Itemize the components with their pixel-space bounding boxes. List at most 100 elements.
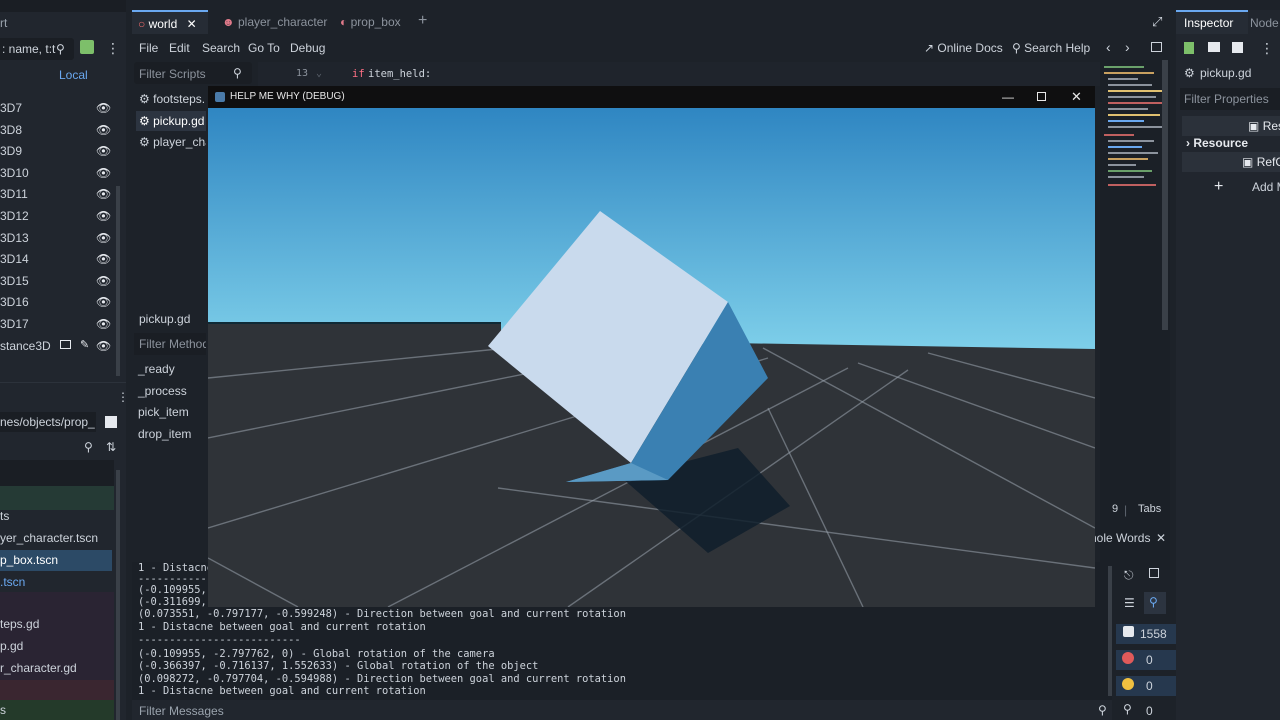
eye-icon[interactable]: 👁 (96, 249, 111, 270)
tab-prop-box[interactable]: ◐ prop_box (334, 10, 407, 34)
file-item[interactable]: ts (0, 506, 112, 527)
add-script-icon[interactable] (80, 40, 94, 54)
fs-path-field[interactable]: nes/objects/prop_ (0, 412, 96, 432)
file-item[interactable]: .tscn (0, 572, 112, 593)
eye-icon[interactable]: 👁 (96, 141, 111, 162)
filter-methods-input[interactable]: Filter Method (134, 333, 206, 355)
more-icon[interactable]: ⋮ (117, 390, 126, 404)
refcounted-header[interactable]: ▣ RefC (1182, 152, 1280, 172)
maximize-icon[interactable] (1037, 92, 1046, 101)
scene-node-row[interactable]: 3D16 👁 (0, 292, 120, 313)
script-icon[interactable]: ✎ (80, 338, 89, 351)
search-icon[interactable]: ⚲ (56, 42, 65, 56)
search-help-button[interactable]: ⚲ Search Help (1012, 41, 1090, 55)
scrollbar[interactable] (1162, 60, 1168, 330)
file-item[interactable]: yer_character.tscn (0, 528, 112, 549)
scene-node-row[interactable]: 3D8 👁 (0, 120, 120, 141)
game-viewport[interactable] (208, 108, 1095, 607)
file-item[interactable]: r_character.gd (0, 658, 112, 679)
scene-node-row[interactable]: 3D17 👁 (0, 314, 120, 335)
minimize-icon[interactable]: — (1002, 86, 1014, 108)
file-item[interactable]: teps.gd (0, 614, 112, 635)
scene-node-row[interactable]: 3D12 👁 (0, 206, 120, 227)
more-icon[interactable]: ⋮ (106, 40, 120, 57)
script-list-item[interactable]: ⚙ player_cha (136, 132, 206, 152)
resource-header[interactable]: ▣ Res (1182, 116, 1280, 136)
method-item[interactable]: drop_item (138, 427, 191, 445)
menu-edit[interactable]: Edit (169, 41, 190, 55)
scene-node-row[interactable]: 3D7 👁 (0, 98, 120, 119)
filter-scripts-input[interactable]: Filter Scripts ⚲ (134, 62, 252, 84)
list-icon[interactable]: ☰ (1124, 596, 1135, 610)
tab-player-character[interactable]: ☻ player_character (216, 10, 333, 34)
scene-node-row[interactable]: 3D15 👁 (0, 271, 120, 292)
more-icon[interactable]: ⋮ (1260, 40, 1274, 57)
menu-debug[interactable]: Debug (290, 41, 325, 55)
eye-icon[interactable]: 👁 (96, 228, 111, 249)
clear-icon[interactable]: ⎋ (1124, 568, 1134, 583)
tab-inspector[interactable]: Inspector (1176, 10, 1248, 34)
window-icon[interactable] (1151, 42, 1162, 52)
close-icon[interactable]: ✕ (187, 17, 197, 31)
save-icon[interactable] (1232, 42, 1243, 53)
chevron-right-icon[interactable]: › (1125, 39, 1130, 55)
eye-icon[interactable]: 👁 (96, 98, 111, 119)
eye-icon[interactable]: 👁 (96, 314, 111, 335)
scene-node-row[interactable]: 3D13 👁 (0, 228, 120, 249)
close-icon[interactable]: ✕ (1156, 527, 1166, 549)
scrollbar[interactable] (116, 186, 120, 376)
add-icon[interactable]: + (1214, 178, 1223, 196)
eye-icon[interactable]: 👁 (96, 206, 111, 227)
menu-search[interactable]: Search (202, 41, 240, 55)
debug-game-window[interactable]: HELP ME WHY (DEBUG) — ✕ (208, 86, 1095, 607)
local-toggle[interactable]: Local (59, 68, 88, 82)
menu-file[interactable]: File (139, 41, 158, 55)
chevron-left-icon[interactable]: ‹ (1106, 39, 1111, 55)
tab-world[interactable]: ○ world ✕ (132, 10, 208, 34)
file-item[interactable]: p.gd (0, 636, 112, 657)
message-filter-button[interactable]: ⚲ 0 (1116, 702, 1176, 720)
eye-icon[interactable]: 👁 (96, 336, 111, 357)
resource-section[interactable]: › Resource (1186, 136, 1248, 150)
eye-icon[interactable]: 👁 (96, 163, 111, 184)
eye-icon[interactable]: 👁 (96, 271, 111, 292)
file-item[interactable]: p_box.tscn (0, 550, 112, 571)
menu-goto[interactable]: Go To (248, 41, 280, 55)
film-icon[interactable] (60, 340, 71, 349)
new-resource-icon[interactable] (1184, 42, 1194, 54)
warning-filter-button[interactable]: 0 (1116, 676, 1176, 696)
copy-icon[interactable] (1149, 568, 1159, 578)
add-tab-icon[interactable]: + (418, 12, 427, 30)
eye-icon[interactable]: 👁 (96, 120, 111, 141)
method-item[interactable]: pick_item (138, 405, 189, 423)
scrollbar[interactable] (116, 470, 120, 720)
whole-words-option[interactable]: hole Words ✕ (1090, 527, 1176, 549)
search-toggle[interactable]: ⚲ (1144, 592, 1166, 614)
method-item[interactable]: _ready (138, 362, 175, 380)
script-list-item[interactable]: ⚙ pickup.gd (136, 110, 206, 131)
indent-mode[interactable]: Tabs (1138, 503, 1161, 515)
code-editor[interactable]: 13 ⌄ if item_held: (258, 62, 1100, 86)
filter-messages-input[interactable]: Filter Messages ⚲ (132, 700, 1112, 720)
method-item[interactable]: _process (138, 384, 187, 402)
error-filter-button[interactable]: 0 (1116, 650, 1176, 670)
scene-node-row[interactable]: 3D9 👁 (0, 141, 120, 162)
online-docs-link[interactable]: ↗ Online Docs (924, 41, 1003, 55)
add-metadata-button[interactable]: Add M (1252, 180, 1280, 194)
fullscreen-icon[interactable]: ⤢ (1152, 14, 1162, 30)
folder-view-icon[interactable] (105, 416, 117, 428)
eye-icon[interactable]: 👁 (96, 184, 111, 205)
script-list-item[interactable]: ⚙ footsteps. (136, 89, 206, 109)
close-icon[interactable]: ✕ (1071, 86, 1082, 108)
scene-node-row[interactable]: 3D10 👁 (0, 163, 120, 184)
sort-icon[interactable]: ⇅ (106, 440, 116, 454)
folder-icon[interactable] (1208, 42, 1220, 52)
filter-properties-input[interactable]: Filter Properties (1180, 88, 1280, 110)
file-item[interactable]: s (0, 700, 112, 720)
window-titlebar[interactable]: HELP ME WHY (DEBUG) — ✕ (208, 86, 1095, 108)
log-filter-button[interactable]: 1558 (1116, 624, 1176, 644)
search-icon[interactable]: ⚲ (84, 440, 93, 454)
scene-node-row[interactable]: 3D11 👁 (0, 184, 120, 205)
code-minimap[interactable]: 9 | Tabs (1100, 60, 1170, 570)
scene-node-row[interactable]: 3D14 👁 (0, 249, 120, 270)
